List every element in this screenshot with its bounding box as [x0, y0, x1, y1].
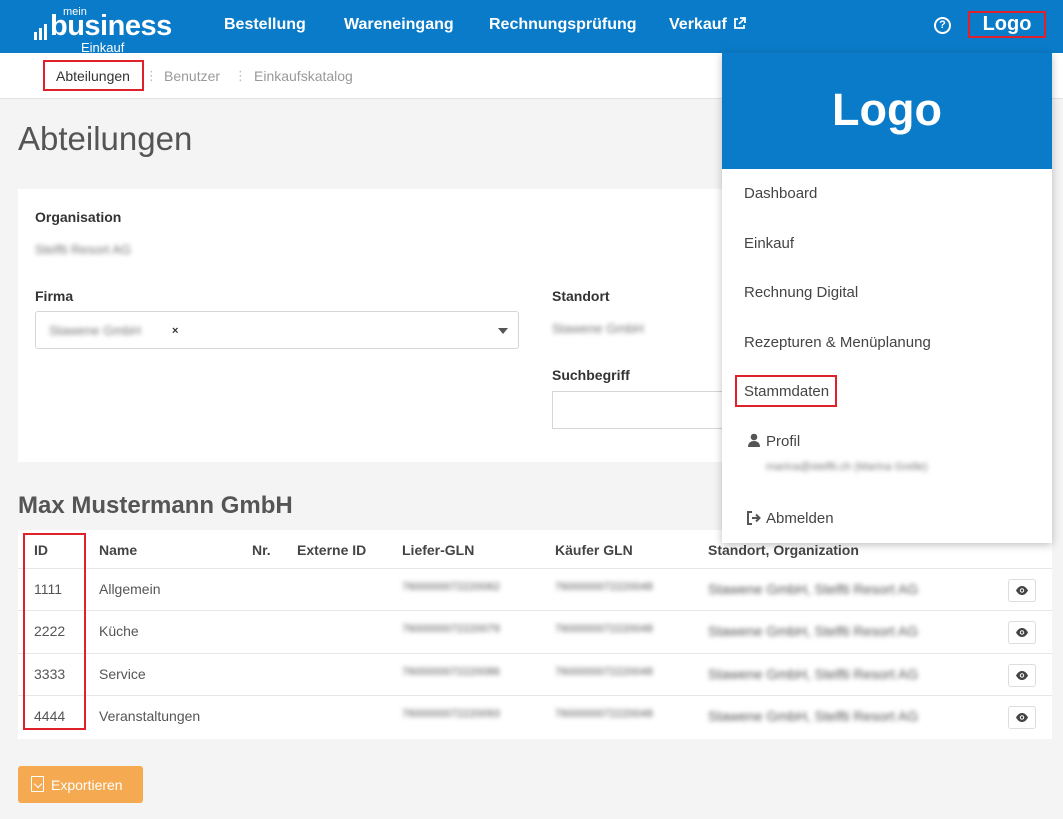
cell-standort: Stawene GmbH, Stelfti Resort AG [708, 666, 919, 682]
departments-table: ID Name Nr. Externe ID Liefer-GLN Käufer… [18, 530, 1052, 739]
top-navbar: mein business Einkauf Bestellung Warenei… [0, 0, 1063, 58]
cell-standort: Stawene GmbH, Stelfti Resort AG [708, 581, 919, 597]
help-icon[interactable]: ? [934, 17, 951, 34]
nav-bestellung[interactable]: Bestellung [224, 16, 306, 34]
brand-business: business [50, 10, 172, 42]
firma-label: Firma [35, 288, 74, 304]
nav-verkauf-label: Verkauf [669, 16, 727, 33]
table-row: 2222 Küche 7600000072220079 760000007222… [18, 610, 1052, 652]
cell-liefer-gln: 7600000072220093 [402, 708, 500, 720]
clear-icon[interactable]: × [172, 325, 178, 337]
standort-label: Standort [552, 288, 610, 304]
view-button[interactable] [1008, 664, 1036, 687]
menu-item-dashboard[interactable]: Dashboard [744, 185, 817, 202]
th-externe-id[interactable]: Externe ID [297, 542, 366, 558]
eye-icon [1016, 671, 1028, 680]
view-button[interactable] [1008, 706, 1036, 729]
subnav-benutzer[interactable]: Benutzer [164, 68, 220, 84]
suchbegriff-label: Suchbegriff [552, 367, 630, 383]
view-button[interactable] [1008, 579, 1036, 602]
eye-icon [1016, 586, 1028, 595]
dropdown-logo: Logo [832, 84, 942, 135]
external-link-icon [734, 17, 747, 29]
standort-value: Stawene GmbH [552, 321, 644, 336]
th-liefer-gln[interactable]: Liefer-GLN [402, 542, 474, 558]
th-nr[interactable]: Nr. [252, 542, 271, 558]
menu-item-abmelden[interactable]: Abmelden [766, 510, 834, 527]
nav-rechnungspruefung[interactable]: Rechnungsprüfung [489, 16, 637, 34]
menu-item-profil[interactable]: Profil [766, 433, 800, 450]
page-title: Abteilungen [18, 120, 193, 157]
organisation-label: Organisation [35, 209, 122, 225]
menu-item-rechnung-digital[interactable]: Rechnung Digital [744, 284, 858, 301]
subnav-einkaufskatalog[interactable]: Einkaufskatalog [254, 68, 353, 84]
profile-email: marina@stelfti.ch (Marina Grelle) [766, 461, 928, 473]
cell-kaeufer-gln: 7600000072220048 [555, 666, 653, 678]
highlight-stammdaten [735, 375, 837, 407]
nav-verkauf[interactable]: Verkauf [669, 16, 747, 34]
cell-standort: Stawene GmbH, Stelfti Resort AG [708, 623, 919, 639]
th-standort[interactable]: Standort, Organization [708, 542, 859, 558]
subnav-separator: ⋮ [234, 68, 247, 83]
table-row: 4444 Veranstaltungen 7600000072220093 76… [18, 695, 1052, 737]
account-dropdown: Logo Dashboard Einkauf Rechnung Digital … [722, 53, 1052, 543]
export-button[interactable]: Exportieren [18, 766, 143, 803]
cell-liefer-gln: 7600000072220086 [402, 666, 500, 678]
table-row: 1111 Allgemein 7600000072220062 76000000… [18, 568, 1052, 610]
subnav-separator: ⋮ [145, 68, 158, 83]
menu-item-einkauf[interactable]: Einkauf [744, 235, 794, 252]
cell-kaeufer-gln: 7600000072220048 [555, 708, 653, 720]
organisation-value: Stelfti Resort AG [35, 242, 132, 257]
logout-icon [747, 511, 761, 525]
th-name[interactable]: Name [99, 542, 137, 558]
cell-liefer-gln: 7600000072220079 [402, 623, 500, 635]
firma-value: Stawene GmbH [49, 323, 141, 338]
cell-name: Allgemein [99, 581, 161, 597]
cell-kaeufer-gln: 7600000072220048 [555, 623, 653, 635]
view-button[interactable] [1008, 621, 1036, 644]
file-excel-icon [31, 776, 44, 792]
th-kaeufer-gln[interactable]: Käufer GLN [555, 542, 633, 558]
eye-icon [1016, 628, 1028, 637]
highlight-id-column [23, 533, 86, 730]
cell-kaeufer-gln: 7600000072220048 [555, 581, 653, 593]
cell-name: Veranstaltungen [99, 708, 201, 724]
cell-name: Küche [99, 623, 139, 639]
company-heading: Max Mustermann GmbH [18, 492, 293, 519]
highlight-abteilungen [43, 60, 144, 91]
menu-item-rezepturen[interactable]: Rezepturen & Menüplanung [744, 334, 931, 351]
dropdown-header: Logo [722, 53, 1052, 169]
cell-liefer-gln: 7600000072220062 [402, 581, 500, 593]
table-row: 3333 Service 7600000072220086 7600000072… [18, 653, 1052, 695]
brand-logo[interactable]: mein business Einkauf [34, 6, 174, 58]
brand-bars-icon [34, 22, 48, 40]
filter-card: Organisation Stelfti Resort AG Firma Sta… [18, 189, 742, 462]
account-menu-button[interactable]: Logo [968, 11, 1046, 38]
export-label: Exportieren [51, 777, 123, 793]
chevron-down-icon [498, 328, 508, 334]
cell-name: Service [99, 666, 146, 682]
cell-standort: Stawene GmbH, Stelfti Resort AG [708, 708, 919, 724]
nav-wareneingang[interactable]: Wareneingang [344, 16, 454, 34]
firma-select[interactable]: Stawene GmbH × [35, 311, 519, 349]
user-icon [748, 433, 760, 447]
suchbegriff-input[interactable] [552, 391, 742, 429]
eye-icon [1016, 713, 1028, 722]
